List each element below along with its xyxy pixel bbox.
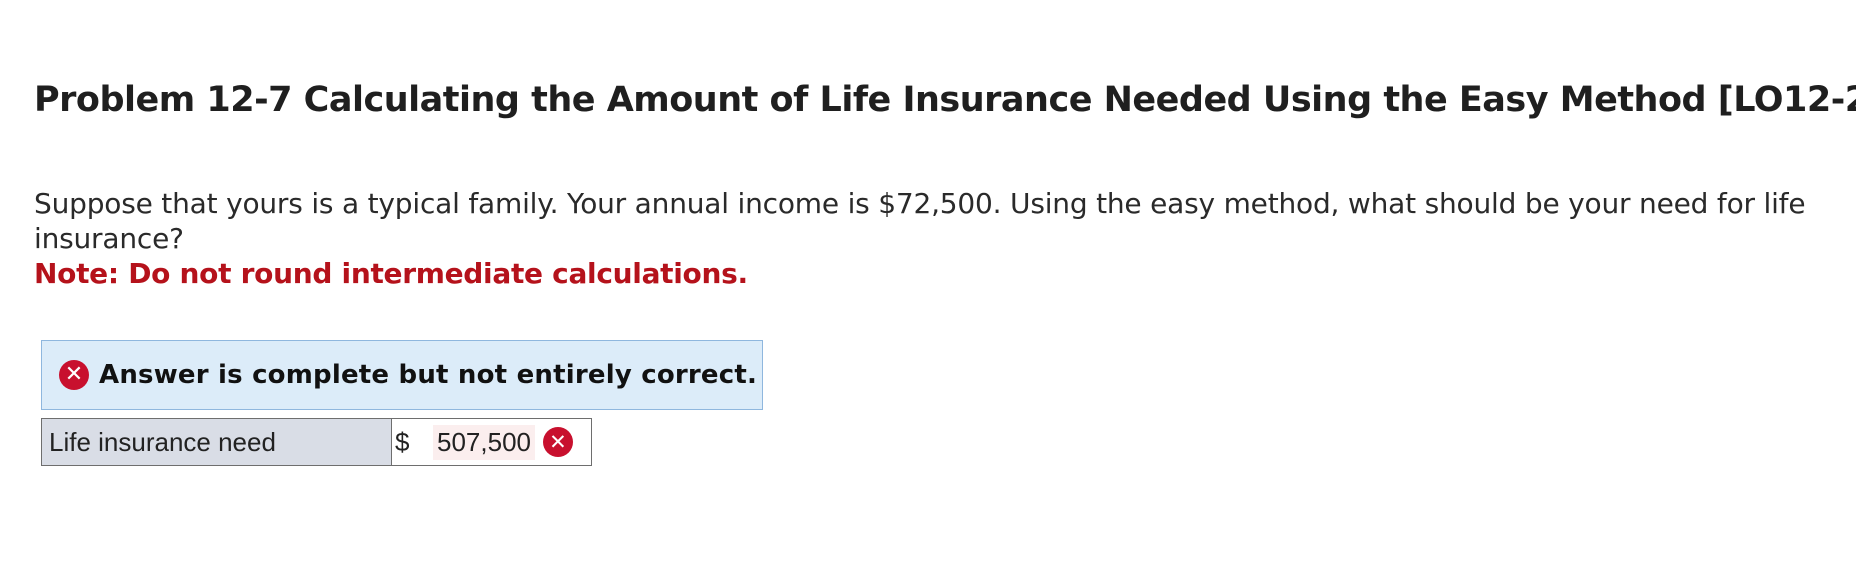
- answer-value-cell: $ 507,500 ✕: [392, 419, 591, 465]
- note-text: Note: Do not round intermediate calculat…: [34, 257, 748, 290]
- feedback-banner: ✕ Answer is complete but not entirely co…: [41, 340, 763, 410]
- incorrect-answer-x-icon: ✕: [542, 427, 573, 457]
- answer-value-field[interactable]: 507,500: [433, 424, 535, 460]
- question-text: Suppose that yours is a typical family. …: [34, 187, 1806, 255]
- answer-row: Life insurance need $ 507,500 ✕: [41, 418, 592, 466]
- currency-symbol: $: [395, 426, 410, 457]
- incorrect-x-icon: ✕: [59, 360, 89, 390]
- problem-title: Problem 12-7 Calculating the Amount of L…: [34, 80, 1856, 120]
- feedback-message: Answer is complete but not entirely corr…: [99, 360, 758, 390]
- answer-label: Life insurance need: [42, 419, 392, 465]
